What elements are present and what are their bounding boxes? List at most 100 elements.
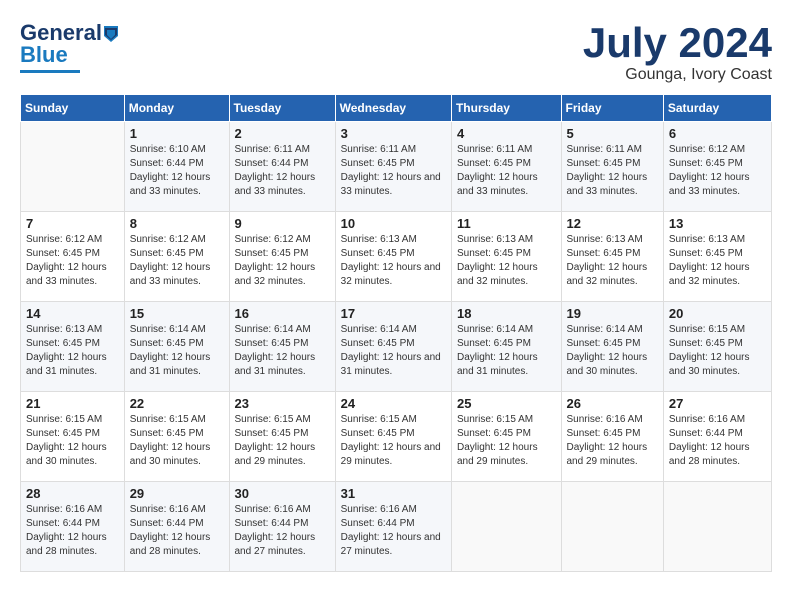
- day-info: Sunrise: 6:14 AMSunset: 6:45 PMDaylight:…: [567, 323, 658, 379]
- day-info: Sunrise: 6:11 AMSunset: 6:44 PMDaylight:…: [235, 143, 330, 199]
- day-number: 13: [669, 216, 766, 231]
- day-info: Sunrise: 6:13 AMSunset: 6:45 PMDaylight:…: [669, 233, 766, 289]
- month-title: July 2024: [583, 20, 772, 66]
- logo-underline: [20, 70, 80, 73]
- calendar-cell: 11 Sunrise: 6:13 AMSunset: 6:45 PMDaylig…: [451, 212, 561, 302]
- day-number: 19: [567, 306, 658, 321]
- calendar-cell: 6 Sunrise: 6:12 AMSunset: 6:45 PMDayligh…: [663, 122, 771, 212]
- day-info: Sunrise: 6:15 AMSunset: 6:45 PMDaylight:…: [669, 323, 766, 379]
- day-number: 23: [235, 396, 330, 411]
- day-number: 30: [235, 486, 330, 501]
- day-info: Sunrise: 6:12 AMSunset: 6:45 PMDaylight:…: [669, 143, 766, 199]
- logo-blue: Blue: [20, 42, 68, 68]
- calendar-cell: 12 Sunrise: 6:13 AMSunset: 6:45 PMDaylig…: [561, 212, 663, 302]
- calendar-cell: 3 Sunrise: 6:11 AMSunset: 6:45 PMDayligh…: [335, 122, 451, 212]
- day-info: Sunrise: 6:13 AMSunset: 6:45 PMDaylight:…: [26, 323, 119, 379]
- day-number: 9: [235, 216, 330, 231]
- calendar-cell: 31 Sunrise: 6:16 AMSunset: 6:44 PMDaylig…: [335, 482, 451, 572]
- day-number: 29: [130, 486, 224, 501]
- calendar-cell: 16 Sunrise: 6:14 AMSunset: 6:45 PMDaylig…: [229, 302, 335, 392]
- calendar-cell: 20 Sunrise: 6:15 AMSunset: 6:45 PMDaylig…: [663, 302, 771, 392]
- weekday-header-sunday: Sunday: [21, 95, 125, 122]
- day-number: 3: [341, 126, 446, 141]
- calendar-cell: 25 Sunrise: 6:15 AMSunset: 6:45 PMDaylig…: [451, 392, 561, 482]
- calendar-cell: 10 Sunrise: 6:13 AMSunset: 6:45 PMDaylig…: [335, 212, 451, 302]
- calendar-cell: 14 Sunrise: 6:13 AMSunset: 6:45 PMDaylig…: [21, 302, 125, 392]
- weekday-header-wednesday: Wednesday: [335, 95, 451, 122]
- day-info: Sunrise: 6:16 AMSunset: 6:44 PMDaylight:…: [26, 503, 119, 559]
- day-number: 31: [341, 486, 446, 501]
- day-number: 14: [26, 306, 119, 321]
- day-number: 20: [669, 306, 766, 321]
- calendar-cell: 30 Sunrise: 6:16 AMSunset: 6:44 PMDaylig…: [229, 482, 335, 572]
- day-number: 28: [26, 486, 119, 501]
- day-number: 4: [457, 126, 556, 141]
- title-area: July 2024 Gounga, Ivory Coast: [583, 20, 772, 84]
- calendar-cell: 17 Sunrise: 6:14 AMSunset: 6:45 PMDaylig…: [335, 302, 451, 392]
- calendar-cell: 13 Sunrise: 6:13 AMSunset: 6:45 PMDaylig…: [663, 212, 771, 302]
- weekday-header-tuesday: Tuesday: [229, 95, 335, 122]
- day-info: Sunrise: 6:13 AMSunset: 6:45 PMDaylight:…: [567, 233, 658, 289]
- day-number: 6: [669, 126, 766, 141]
- day-info: Sunrise: 6:13 AMSunset: 6:45 PMDaylight:…: [457, 233, 556, 289]
- day-info: Sunrise: 6:15 AMSunset: 6:45 PMDaylight:…: [130, 413, 224, 469]
- day-info: Sunrise: 6:11 AMSunset: 6:45 PMDaylight:…: [457, 143, 556, 199]
- calendar-cell: [561, 482, 663, 572]
- day-info: Sunrise: 6:16 AMSunset: 6:44 PMDaylight:…: [341, 503, 446, 559]
- week-row-4: 21 Sunrise: 6:15 AMSunset: 6:45 PMDaylig…: [21, 392, 772, 482]
- day-number: 2: [235, 126, 330, 141]
- calendar-cell: 18 Sunrise: 6:14 AMSunset: 6:45 PMDaylig…: [451, 302, 561, 392]
- logo: General Blue: [20, 20, 122, 73]
- calendar-cell: 7 Sunrise: 6:12 AMSunset: 6:45 PMDayligh…: [21, 212, 125, 302]
- week-row-5: 28 Sunrise: 6:16 AMSunset: 6:44 PMDaylig…: [21, 482, 772, 572]
- day-info: Sunrise: 6:12 AMSunset: 6:45 PMDaylight:…: [130, 233, 224, 289]
- day-number: 7: [26, 216, 119, 231]
- day-number: 26: [567, 396, 658, 411]
- day-number: 21: [26, 396, 119, 411]
- day-number: 22: [130, 396, 224, 411]
- calendar-cell: [663, 482, 771, 572]
- calendar-cell: 4 Sunrise: 6:11 AMSunset: 6:45 PMDayligh…: [451, 122, 561, 212]
- weekday-header-monday: Monday: [124, 95, 229, 122]
- week-row-1: 1 Sunrise: 6:10 AMSunset: 6:44 PMDayligh…: [21, 122, 772, 212]
- day-info: Sunrise: 6:15 AMSunset: 6:45 PMDaylight:…: [341, 413, 446, 469]
- calendar-cell: 26 Sunrise: 6:16 AMSunset: 6:45 PMDaylig…: [561, 392, 663, 482]
- calendar-cell: 23 Sunrise: 6:15 AMSunset: 6:45 PMDaylig…: [229, 392, 335, 482]
- day-number: 5: [567, 126, 658, 141]
- day-info: Sunrise: 6:16 AMSunset: 6:44 PMDaylight:…: [669, 413, 766, 469]
- calendar-cell: [21, 122, 125, 212]
- week-row-2: 7 Sunrise: 6:12 AMSunset: 6:45 PMDayligh…: [21, 212, 772, 302]
- day-number: 17: [341, 306, 446, 321]
- day-info: Sunrise: 6:12 AMSunset: 6:45 PMDaylight:…: [26, 233, 119, 289]
- day-info: Sunrise: 6:15 AMSunset: 6:45 PMDaylight:…: [26, 413, 119, 469]
- calendar-cell: 15 Sunrise: 6:14 AMSunset: 6:45 PMDaylig…: [124, 302, 229, 392]
- day-info: Sunrise: 6:14 AMSunset: 6:45 PMDaylight:…: [235, 323, 330, 379]
- day-number: 16: [235, 306, 330, 321]
- day-info: Sunrise: 6:11 AMSunset: 6:45 PMDaylight:…: [341, 143, 446, 199]
- day-number: 8: [130, 216, 224, 231]
- calendar-cell: 28 Sunrise: 6:16 AMSunset: 6:44 PMDaylig…: [21, 482, 125, 572]
- day-number: 27: [669, 396, 766, 411]
- day-info: Sunrise: 6:15 AMSunset: 6:45 PMDaylight:…: [235, 413, 330, 469]
- calendar-cell: 5 Sunrise: 6:11 AMSunset: 6:45 PMDayligh…: [561, 122, 663, 212]
- day-number: 15: [130, 306, 224, 321]
- day-info: Sunrise: 6:13 AMSunset: 6:45 PMDaylight:…: [341, 233, 446, 289]
- day-info: Sunrise: 6:16 AMSunset: 6:45 PMDaylight:…: [567, 413, 658, 469]
- day-number: 18: [457, 306, 556, 321]
- day-number: 11: [457, 216, 556, 231]
- day-info: Sunrise: 6:14 AMSunset: 6:45 PMDaylight:…: [130, 323, 224, 379]
- logo-arrow-icon: [100, 22, 122, 44]
- calendar-table: SundayMondayTuesdayWednesdayThursdayFrid…: [20, 94, 772, 572]
- day-number: 1: [130, 126, 224, 141]
- calendar-cell: 8 Sunrise: 6:12 AMSunset: 6:45 PMDayligh…: [124, 212, 229, 302]
- day-info: Sunrise: 6:14 AMSunset: 6:45 PMDaylight:…: [457, 323, 556, 379]
- day-info: Sunrise: 6:11 AMSunset: 6:45 PMDaylight:…: [567, 143, 658, 199]
- day-info: Sunrise: 6:12 AMSunset: 6:45 PMDaylight:…: [235, 233, 330, 289]
- week-row-3: 14 Sunrise: 6:13 AMSunset: 6:45 PMDaylig…: [21, 302, 772, 392]
- calendar-cell: 27 Sunrise: 6:16 AMSunset: 6:44 PMDaylig…: [663, 392, 771, 482]
- location-title: Gounga, Ivory Coast: [583, 66, 772, 84]
- calendar-cell: 19 Sunrise: 6:14 AMSunset: 6:45 PMDaylig…: [561, 302, 663, 392]
- calendar-cell: 21 Sunrise: 6:15 AMSunset: 6:45 PMDaylig…: [21, 392, 125, 482]
- weekday-header-row: SundayMondayTuesdayWednesdayThursdayFrid…: [21, 95, 772, 122]
- weekday-header-thursday: Thursday: [451, 95, 561, 122]
